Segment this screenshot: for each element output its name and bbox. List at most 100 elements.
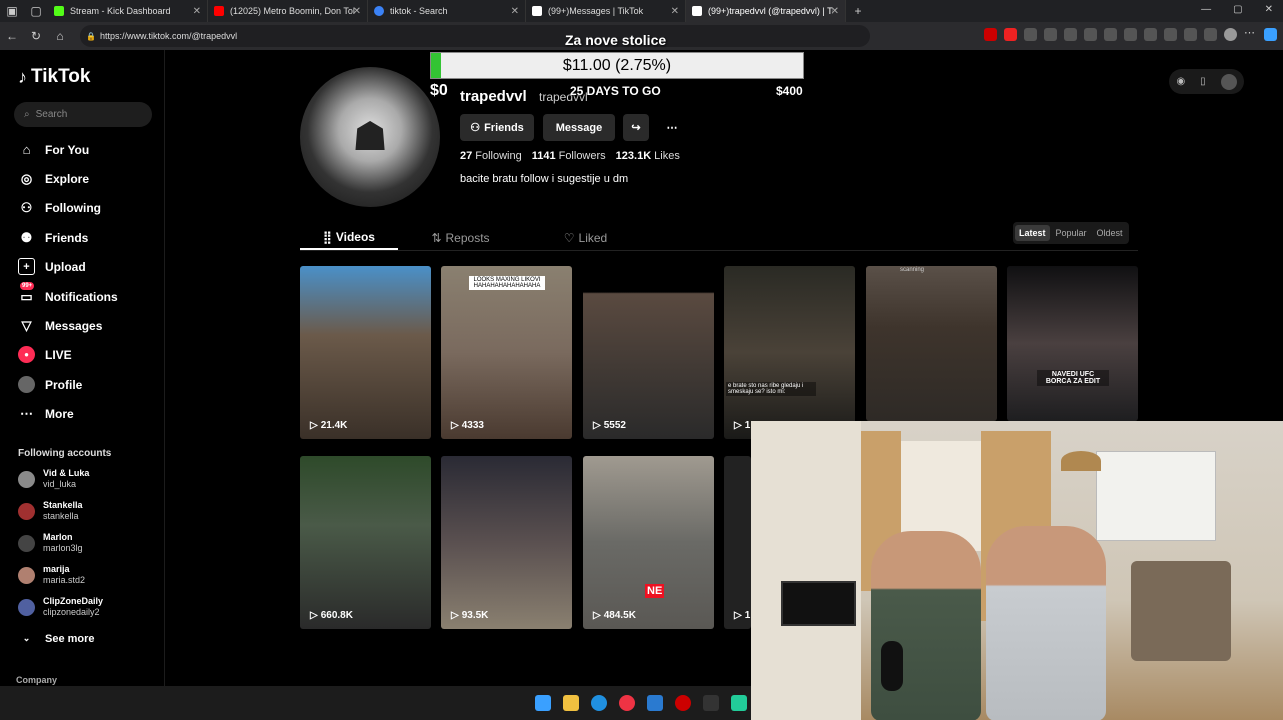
nav-explore[interactable]: ◎ Explore bbox=[18, 170, 89, 187]
search-input[interactable]: ⌕ Search bbox=[14, 102, 152, 127]
share-button[interactable]: ↪ bbox=[623, 114, 649, 141]
video-card[interactable]: LOOKS MAXING LIKOVI HAHAHAHAHAHAHAHA ▷ 43… bbox=[441, 266, 572, 439]
grid-icon: ⣿ bbox=[323, 230, 332, 244]
extension-icon[interactable] bbox=[1184, 28, 1197, 41]
browser-tab-youtube[interactable]: (12025) Metro Boomin, Don Toliv… ✕ bbox=[208, 0, 368, 22]
extension-icon[interactable] bbox=[1204, 28, 1217, 41]
browser-tab-messages[interactable]: (99+)Messages | TikTok ✕ bbox=[526, 0, 686, 22]
friends-button[interactable]: ⚇ Friends bbox=[460, 114, 534, 141]
extension-icon[interactable] bbox=[1024, 28, 1037, 41]
nav-more[interactable]: ⋯ More bbox=[18, 405, 74, 422]
close-window-icon[interactable]: ✕ bbox=[1265, 4, 1273, 15]
play-icon: ▷ bbox=[451, 610, 459, 621]
url-field[interactable]: 🔒 https://www.tiktok.com/@trapedvvl bbox=[80, 25, 870, 47]
video-card[interactable]: ▷ 93.5K bbox=[441, 456, 572, 629]
followers-label: Followers bbox=[558, 150, 606, 162]
close-icon[interactable]: ✕ bbox=[193, 6, 201, 17]
tiktok-logo[interactable]: ♪ TikTok bbox=[18, 66, 90, 88]
tab-label: Videos bbox=[335, 230, 375, 244]
followers-stat[interactable]: 1141 Followers bbox=[532, 150, 606, 162]
notification-badge: 99+ bbox=[20, 282, 35, 290]
see-more-button[interactable]: ⌄ See more bbox=[18, 630, 95, 647]
nav-for-you[interactable]: ⌂ For You bbox=[18, 141, 90, 158]
account-name: Stankella bbox=[43, 500, 83, 510]
nav-profile[interactable]: Profile bbox=[18, 376, 82, 393]
nav-live[interactable]: ● LIVE bbox=[18, 346, 72, 363]
tab-actions-icon[interactable]: ▢ bbox=[24, 4, 48, 18]
tab-reposts[interactable]: ⇅ Reposts bbox=[398, 226, 523, 250]
views-count: 5552 bbox=[603, 420, 626, 431]
app-icon[interactable] bbox=[647, 695, 663, 711]
message-button[interactable]: Message bbox=[543, 114, 615, 141]
home-icon[interactable]: ⌂ bbox=[48, 29, 72, 43]
workspaces-icon[interactable]: ▣ bbox=[0, 4, 24, 18]
maximize-icon[interactable]: ▢ bbox=[1233, 4, 1242, 15]
epic-games-icon[interactable] bbox=[703, 695, 719, 711]
browser-tab-search[interactable]: tiktok - Search ✕ bbox=[368, 0, 526, 22]
minimize-icon[interactable]: — bbox=[1201, 4, 1211, 15]
extension-icon[interactable] bbox=[1064, 28, 1077, 41]
profile-stats: 27 Following 1141 Followers 123.1K Likes bbox=[460, 150, 680, 162]
back-icon[interactable]: ← bbox=[0, 29, 24, 43]
nav-notifications[interactable]: ▭ 99+ Notifications bbox=[18, 282, 118, 305]
video-card[interactable]: ▷ 1 bbox=[724, 456, 751, 629]
more-options-button[interactable]: ⋯ bbox=[657, 114, 687, 141]
browser-tab-kick[interactable]: Stream - Kick Dashboard ✕ bbox=[48, 0, 208, 22]
company-link[interactable]: Company bbox=[16, 675, 57, 685]
following-account[interactable]: Vid & Luka vid_luka bbox=[18, 468, 89, 490]
video-card[interactable]: ▷ 21.4K bbox=[300, 266, 431, 439]
refresh-icon[interactable]: ↻ bbox=[24, 29, 48, 43]
app-icon[interactable] bbox=[731, 695, 747, 711]
new-tab-icon[interactable]: + bbox=[846, 4, 870, 18]
edge-icon[interactable] bbox=[591, 695, 607, 711]
nav-messages[interactable]: ▽ Messages bbox=[18, 317, 103, 334]
video-card[interactable]: e brate sto nas ribe gledaju i smeskaju … bbox=[724, 266, 855, 439]
close-icon[interactable]: ✕ bbox=[353, 6, 361, 17]
following-account[interactable]: marija maria.std2 bbox=[18, 564, 85, 586]
nav-friends[interactable]: ⚉ Friends bbox=[18, 229, 89, 246]
video-card[interactable]: NAVEDI UFC BORCA ZA EDIT bbox=[1007, 266, 1138, 421]
sort-latest[interactable]: Latest bbox=[1015, 225, 1050, 241]
sort-oldest[interactable]: Oldest bbox=[1093, 225, 1127, 241]
following-account[interactable]: Stankella stankella bbox=[18, 500, 83, 522]
file-explorer-icon[interactable] bbox=[563, 695, 579, 711]
download-icon[interactable] bbox=[1124, 28, 1137, 41]
chrome-icon[interactable] bbox=[619, 695, 635, 711]
video-card[interactable]: scanning bbox=[866, 266, 997, 421]
windows-start-icon[interactable] bbox=[535, 695, 551, 711]
tab-label: Liked bbox=[578, 231, 608, 245]
following-account[interactable]: ClipZoneDaily clipzonedaily2 bbox=[18, 596, 103, 618]
extension-icon[interactable] bbox=[1044, 28, 1057, 41]
browser-tab-profile[interactable]: (99+)trapedvvl (@trapedvvl) | Tik ✕ bbox=[686, 0, 846, 22]
following-account[interactable]: Marlon marlon3lg bbox=[18, 532, 83, 554]
upload-icon: + bbox=[18, 258, 35, 275]
extension-icon[interactable] bbox=[1144, 28, 1157, 41]
nav-label: Upload bbox=[45, 259, 86, 274]
extension-icon[interactable] bbox=[1104, 28, 1117, 41]
obs-icon[interactable] bbox=[675, 695, 691, 711]
copilot-icon[interactable] bbox=[1264, 28, 1277, 41]
video-views: ▷ 484.5K bbox=[593, 610, 636, 621]
nav-following[interactable]: ⚇ Following bbox=[18, 199, 101, 216]
coin-icon[interactable]: ◉ bbox=[1176, 76, 1185, 87]
extension-icon[interactable] bbox=[984, 28, 997, 41]
extension-icon[interactable] bbox=[1164, 28, 1177, 41]
avatar[interactable] bbox=[1220, 73, 1237, 90]
nav-label: Friends bbox=[45, 230, 89, 245]
menu-icon[interactable]: ⋯ bbox=[1244, 28, 1257, 41]
profile-avatar-icon[interactable] bbox=[1224, 28, 1237, 41]
video-card[interactable]: NE ▷ 484.5K bbox=[583, 456, 714, 629]
following-stat[interactable]: 27 Following bbox=[460, 150, 522, 162]
nav-upload[interactable]: + Upload bbox=[18, 258, 86, 275]
device-icon[interactable]: ▯ bbox=[1200, 76, 1206, 87]
close-icon[interactable]: ✕ bbox=[511, 6, 519, 17]
tab-videos[interactable]: ⣿ Videos bbox=[300, 226, 398, 250]
tab-liked[interactable]: ♡ Liked bbox=[523, 226, 648, 250]
extension-icon[interactable] bbox=[1084, 28, 1097, 41]
close-icon[interactable]: ✕ bbox=[831, 6, 839, 17]
extension-icon[interactable] bbox=[1004, 28, 1017, 41]
video-card[interactable]: ▷ 660.8K bbox=[300, 456, 431, 629]
close-icon[interactable]: ✕ bbox=[671, 6, 679, 17]
video-card[interactable]: ▷ 5552 bbox=[583, 266, 714, 439]
sort-popular[interactable]: Popular bbox=[1052, 225, 1091, 241]
